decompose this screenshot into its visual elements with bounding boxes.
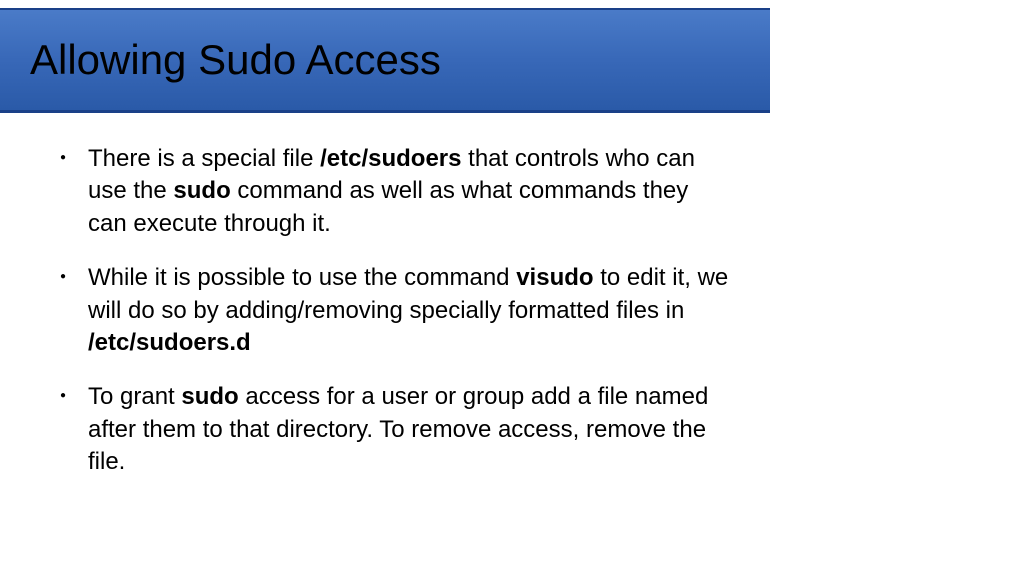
- bullet-item: While it is possible to use the command …: [70, 262, 730, 359]
- text-segment: /etc/sudoers.d: [88, 329, 251, 356]
- bullet-item: There is a special file /etc/sudoers tha…: [70, 143, 730, 240]
- bullet-item: To grant sudo access for a user or group…: [70, 381, 730, 478]
- slide-content: There is a special file /etc/sudoers tha…: [0, 113, 770, 479]
- slide-title-bar: Allowing Sudo Access: [0, 8, 770, 113]
- text-segment: To grant: [88, 383, 181, 410]
- text-segment: There is a special file: [88, 145, 320, 172]
- text-segment: visudo: [516, 264, 593, 291]
- slide-title: Allowing Sudo Access: [30, 36, 441, 84]
- bullet-list: There is a special file /etc/sudoers tha…: [70, 143, 730, 479]
- text-segment: /etc/sudoers: [320, 145, 461, 172]
- text-segment: sudo: [181, 383, 238, 410]
- text-segment: While it is possible to use the command: [88, 264, 516, 291]
- presentation-slide: Allowing Sudo Access There is a special …: [0, 8, 770, 585]
- text-segment: sudo: [173, 177, 230, 204]
